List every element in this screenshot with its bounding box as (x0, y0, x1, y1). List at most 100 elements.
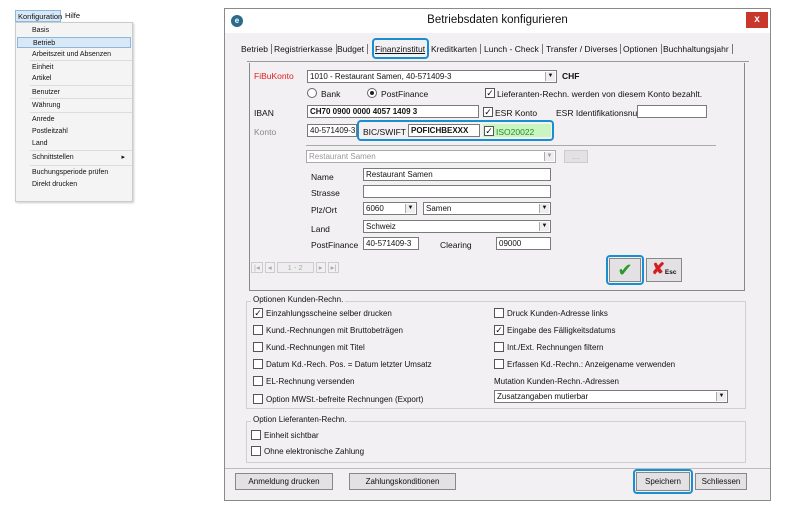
land-value: Schweiz (366, 222, 396, 231)
menu-item-benutzer[interactable]: Benutzer (17, 87, 131, 98)
tab-transfer-diverses[interactable]: Transfer / Diverses (546, 44, 622, 54)
name-input[interactable]: Restaurant Samen (363, 168, 551, 181)
iban-label: IBAN (254, 108, 274, 118)
tab-optionen[interactable]: Optionen (623, 44, 662, 54)
option-checkbox[interactable] (253, 376, 263, 386)
nav-next-button[interactable]: ▸ (315, 262, 326, 273)
option-checkbox[interactable] (253, 394, 263, 404)
option-checkbox[interactable] (251, 446, 261, 456)
chevron-down-icon: ▼ (544, 152, 554, 161)
fibukonto-select[interactable]: 1010 - Restaurant Samen, 40-571409-3 ▼ (307, 70, 557, 83)
option-label: Datum Kd.-Rech. Pos. = Datum letzter Ums… (266, 360, 432, 369)
fibukonto-value: 1010 - Restaurant Samen, 40-571409-3 (310, 72, 452, 81)
mutation-value: Zusatzangaben mutierbar (497, 392, 589, 401)
konto-label: Konto (254, 127, 277, 137)
lieferanten-group-title: Option Lieferanten-Rechn. (251, 415, 349, 424)
menu-separator (30, 98, 132, 99)
menu-item-schnittstellen[interactable]: Schnittstellen ▸ (17, 152, 131, 163)
option-label: EL-Rechnung versenden (266, 377, 355, 386)
tab-budget[interactable]: Budget (337, 44, 368, 54)
menu-item-betrieb[interactable]: Betrieb (17, 37, 131, 48)
nav-last-button[interactable]: ▸| (327, 262, 340, 273)
menu-separator (30, 165, 132, 166)
option-checkbox[interactable]: ✓ (494, 325, 504, 335)
schliessen-button[interactable]: Schliessen (695, 473, 747, 490)
menu-item-anrede[interactable]: Anrede (17, 114, 131, 125)
radio-postfinance[interactable] (367, 88, 377, 98)
menu-konfiguration[interactable]: Konfiguration (15, 10, 62, 22)
zahlungskonditionen-button[interactable]: Zahlungskonditionen (349, 473, 456, 490)
clearing-input[interactable]: 09000 (496, 237, 551, 250)
option-checkbox[interactable] (494, 359, 504, 369)
strasse-input[interactable] (363, 185, 551, 198)
mutation-select[interactable]: Zusatzangaben mutierbar ▼ (494, 390, 728, 403)
chevron-down-icon: ▼ (539, 204, 549, 213)
menu-item-buchungsperiode-prüfen[interactable]: Buchungsperiode prüfen (17, 167, 131, 178)
menu-item-währung[interactable]: Währung (17, 100, 131, 111)
nav-page: 1 - 2 (276, 262, 314, 273)
land-select[interactable]: Schweiz ▼ (363, 220, 551, 233)
esr-id-input[interactable] (637, 105, 707, 118)
esr-konto-checkbox[interactable]: ✓ (483, 107, 493, 117)
mutation-label: Mutation Kunden-Rechn.-Adressen (494, 377, 619, 386)
tab-lunch-check[interactable]: Lunch - Check (484, 44, 543, 54)
option-checkbox[interactable] (251, 430, 261, 440)
plz-select[interactable]: 6060 ▼ (363, 202, 417, 215)
submenu-arrow-icon: ▸ (121, 154, 125, 161)
menu-separator (30, 150, 132, 151)
speichern-button[interactable]: Speichern (636, 472, 690, 491)
record-navigator: |◂ ◂ 1 - 2 ▸ ▸| (251, 262, 340, 273)
option-checkbox[interactable] (494, 308, 504, 318)
iban-input[interactable]: CH70 0900 0000 4057 1409 3 (307, 105, 479, 118)
dialog-window: e Betriebsdaten konfigurieren x Betrieb R… (224, 8, 771, 501)
nav-first-button[interactable]: |◂ (251, 262, 263, 273)
tab-divider (247, 61, 749, 62)
checkmark-icon: ✔ (617, 260, 633, 280)
esr-konto-label: ESR Konto (495, 108, 538, 118)
menu-hilfe[interactable]: Hilfe (63, 10, 82, 22)
menu-item-einheit[interactable]: Einheit (17, 62, 131, 73)
ort-select[interactable]: Samen ▼ (423, 202, 551, 215)
konfiguration-dropdown: Basis Betrieb Arbeitszeit und Absenzen Einh… (15, 22, 133, 202)
menu-item-land[interactable]: Land (17, 138, 131, 149)
ok-button[interactable]: ✔ (609, 258, 641, 282)
menu-item-artikel[interactable]: Artikel (17, 73, 131, 84)
option-checkbox[interactable] (253, 342, 263, 352)
tab-betrieb[interactable]: Betrieb (241, 44, 272, 54)
radio-bank[interactable] (307, 88, 317, 98)
nav-prev-button[interactable]: ◂ (264, 262, 275, 273)
option-label: Erfassen Kd.-Rechn.: Anzeigename verwend… (507, 360, 676, 369)
option-checkbox[interactable] (253, 325, 263, 335)
menu-item-direkt-drucken[interactable]: Direkt drucken (17, 179, 131, 190)
postfinance-input[interactable]: 40-571409-3 (363, 237, 419, 250)
option-label: Einzahlungsscheine selber drucken (266, 309, 392, 318)
menu-item-postleitzahl[interactable]: Postleitzahl (17, 126, 131, 137)
tab-registrierkasse[interactable]: Registrierkasse (274, 44, 337, 54)
menu-separator (30, 112, 132, 113)
bank-select[interactable]: Restaurant Samen ▼ (306, 150, 556, 163)
close-button[interactable]: x (746, 12, 768, 28)
radio-bank-label: Bank (321, 89, 341, 99)
menu-item-basis[interactable]: Basis (17, 25, 131, 36)
tab-buchhaltungsjahr[interactable]: Buchhaltungsjahr (663, 44, 733, 54)
konto-input[interactable]: 40-571409-3 (307, 124, 357, 137)
chevron-down-icon: ▼ (405, 204, 415, 213)
option-checkbox[interactable]: ✓ (253, 308, 263, 318)
iso-checkbox[interactable]: ✓ (484, 126, 494, 136)
menu-item-arbeitszeit-und-absenzen[interactable]: Arbeitszeit und Absenzen (17, 49, 131, 60)
option-label: Int./Ext. Rechnungen filtern (507, 343, 604, 352)
menu-separator (30, 60, 132, 61)
option-checkbox[interactable] (494, 342, 504, 352)
bic-input[interactable]: POFICHBEXXX (408, 124, 480, 137)
esc-button[interactable]: ✘Esc (646, 258, 682, 282)
anmeldung-drucken-button[interactable]: Anmeldung drucken (235, 473, 333, 490)
tab-kreditkarten[interactable]: Kreditkarten (431, 44, 481, 54)
option-label: Eingabe des Fälligkeitsdatums (507, 326, 616, 335)
lieferanten-checkbox[interactable]: ✓ (485, 88, 495, 98)
option-checkbox[interactable] (253, 359, 263, 369)
iso-label: ISO20022 (496, 127, 535, 137)
esc-label: Esc (664, 269, 677, 276)
more-button[interactable]: ... (564, 150, 588, 163)
plz-value: 6060 (366, 204, 384, 213)
bank-select-value: Restaurant Samen (309, 152, 376, 161)
